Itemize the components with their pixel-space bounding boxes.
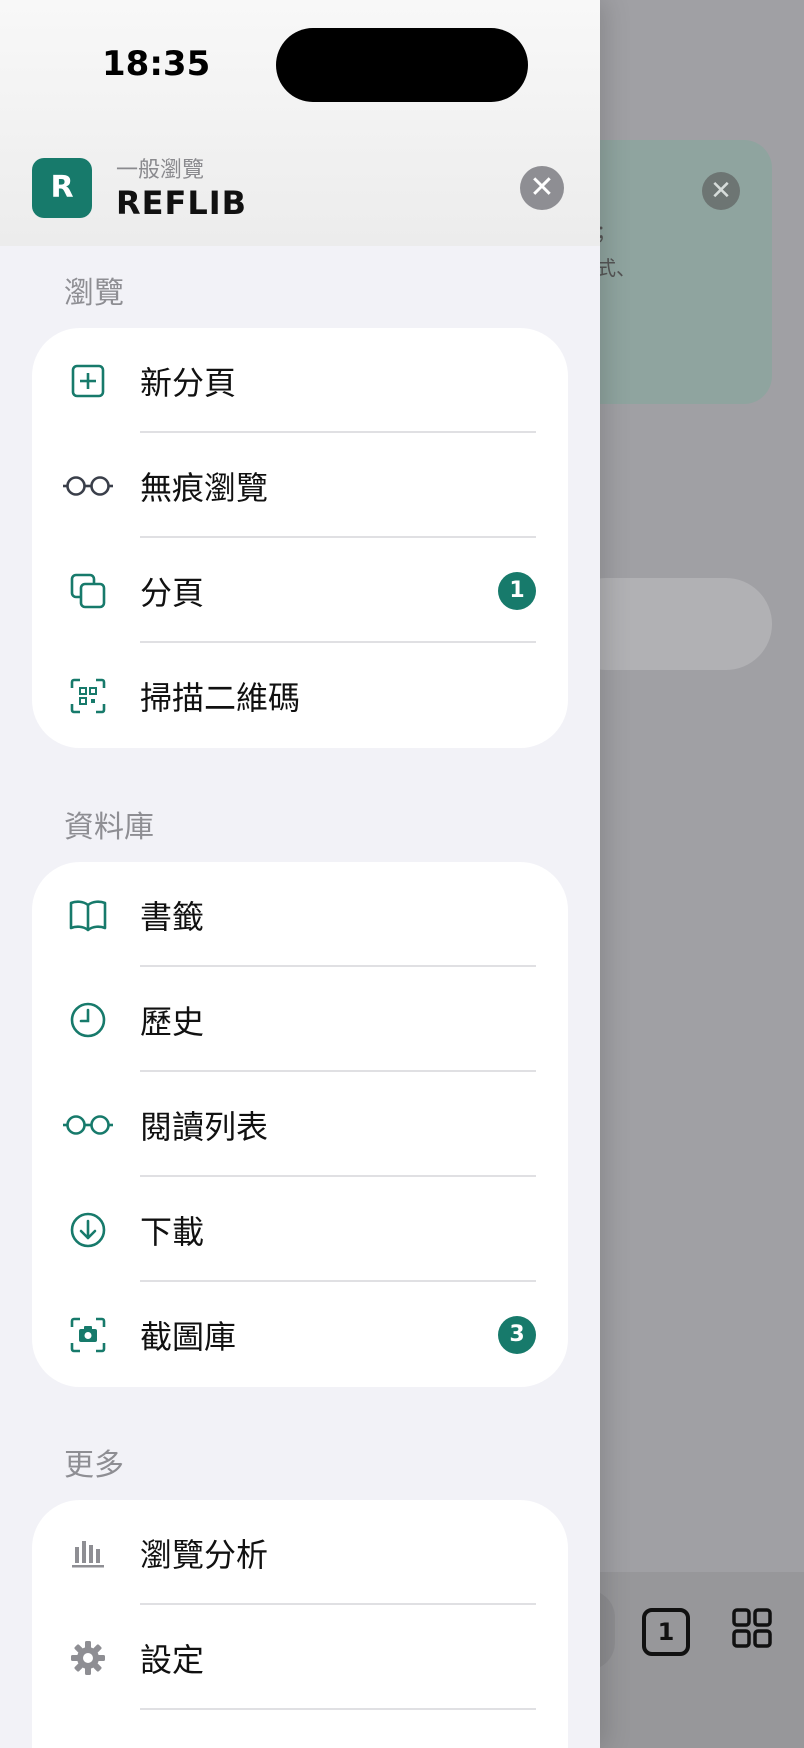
menu-item-label: 無痕瀏覽 [140,468,269,507]
menu-item-partial[interactable] [32,1710,568,1748]
menu-item-label: 書籤 [140,897,205,936]
menu-item-downloads[interactable]: 下載 [32,1177,568,1282]
status-bar: 18:35 [0,0,600,130]
menu-item-history[interactable]: 歷史 [32,967,568,1072]
glasses-icon [63,475,113,496]
camera-icon [70,1317,106,1352]
app-logo: R [32,158,92,218]
menu-item-private-browsing[interactable]: 無痕瀏覽 [32,433,568,538]
drawer-header: 18:35 R 一般瀏覽 REFLIB ✕ [0,0,600,246]
header-subtitle: 一般瀏覽 [116,158,205,183]
menu-item-scan-qr[interactable]: 掃描二維碼 [32,643,568,748]
book-icon [69,899,107,931]
close-icon[interactable]: ✕ [520,166,564,210]
download-icon [70,1212,106,1247]
menu-item-settings[interactable]: 設定 [32,1605,568,1710]
plus-square-icon [71,364,105,397]
status-time: 18:35 [102,44,211,84]
tab-count-button[interactable]: 1 [642,1608,690,1656]
tabs-icon [70,573,106,608]
gear-icon [71,1640,105,1675]
clock-icon [70,1002,106,1037]
more-card: 瀏覽分析 設定 [32,1500,568,1748]
menu-item-browsing-analytics[interactable]: 瀏覽分析 [32,1500,568,1605]
section-header-browse: 瀏覽 [64,276,124,311]
menu-item-label: 分頁 [140,573,205,612]
section-header-more: 更多 [64,1448,124,1483]
menu-item-label: 歷史 [140,1002,205,1041]
menu-item-tabs[interactable]: 分頁 1 [32,538,568,643]
qr-scan-icon [70,678,106,713]
side-drawer: 18:35 R 一般瀏覽 REFLIB ✕ 瀏覽 新分頁 無痕瀏覽 分頁 1 掃… [0,0,600,1748]
menu-item-label: 截圖庫 [140,1317,237,1356]
menu-item-label: 下載 [140,1212,205,1251]
menu-item-label: 新分頁 [140,363,237,402]
menu-item-label: 設定 [140,1640,205,1679]
menu-item-label: 閱讀列表 [140,1107,269,1146]
menu-item-label: 掃描二維碼 [140,678,301,717]
section-header-library: 資料庫 [64,810,154,845]
menu-item-new-tab[interactable]: 新分頁 [32,328,568,433]
banner-text: ； 式、 [596,220,636,280]
menu-item-screenshot-gallery[interactable]: 截圖庫 3 [32,1282,568,1387]
reading-glasses-icon [63,1114,113,1135]
banner-close-icon[interactable]: ✕ [702,172,740,210]
menu-item-bookmarks[interactable]: 書籤 [32,862,568,967]
screenshot-count-badge: 3 [498,1315,536,1354]
grid-icon[interactable] [732,1608,772,1648]
menu-item-label: 瀏覽分析 [140,1535,269,1574]
tabs-count-badge: 1 [498,571,536,610]
browse-card: 新分頁 無痕瀏覽 分頁 1 掃描二維碼 [32,328,568,748]
dynamic-island [276,28,528,102]
bar-chart-icon [72,1540,104,1567]
header-title: REFLIB [116,184,248,222]
menu-item-reading-list[interactable]: 閱讀列表 [32,1072,568,1177]
library-card: 書籤 歷史 閱讀列表 下載 截圖庫 3 [32,862,568,1387]
